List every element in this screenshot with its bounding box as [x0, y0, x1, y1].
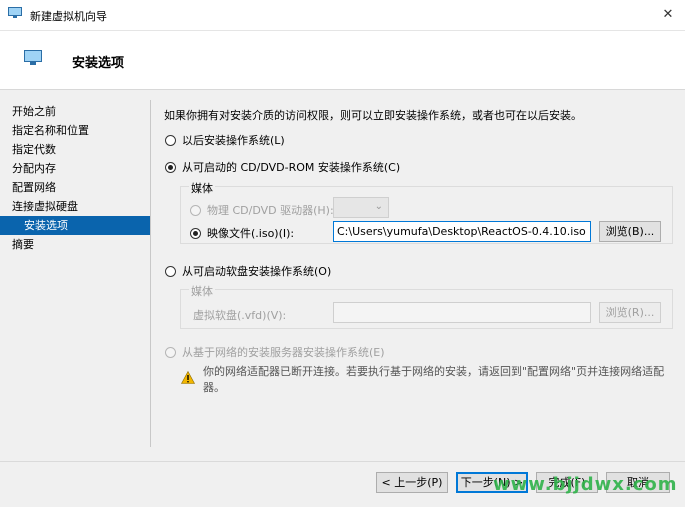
wizard-header: 安装选项 — [0, 31, 685, 90]
network-warning: 你的网络适配器已断开连接。若要执行基于网络的安装，请返回到"配置网络"页并连接网… — [180, 363, 685, 395]
step-before-you-begin[interactable]: 开始之前 — [0, 102, 150, 121]
vfd-label: 虚拟软盘(.vfd)(V): — [193, 309, 287, 322]
warning-icon — [180, 370, 196, 387]
radio-physical-drive[interactable]: 物理 CD/DVD 驱动器(H): — [190, 202, 334, 218]
radio-label: 从基于网络的安装服务器安装操作系统(E) — [182, 346, 385, 359]
floppy-media-group: 媒体 虚拟软盘(.vfd)(V): 浏览(R)... — [180, 283, 673, 329]
radio-label: 从可启动的 CD/DVD-ROM 安装操作系统(C) — [182, 161, 401, 174]
radio-label: 映像文件(.iso)(I): — [207, 227, 295, 240]
step-network[interactable]: 配置网络 — [0, 178, 150, 197]
radio-install-floppy[interactable]: 从可启动软盘安装操作系统(O) — [165, 263, 331, 279]
group-label: 媒体 — [189, 283, 215, 299]
site-watermark: www.bjjdwx.com — [493, 474, 678, 495]
warning-text: 你的网络适配器已断开连接。若要执行基于网络的安装，请返回到"配置网络"页并连接网… — [203, 365, 665, 394]
step-label: 指定代数 — [12, 143, 56, 156]
step-summary[interactable]: 摘要 — [0, 235, 150, 254]
radio-button[interactable] — [165, 161, 176, 173]
radio-install-network[interactable]: 从基于网络的安装服务器安装操作系统(E) — [165, 344, 385, 360]
intro-text: 如果你拥有对安装介质的访问权限，则可以立即安装操作系统，或者也可在以后安装。 — [164, 109, 582, 122]
wizard-steps: 开始之前 指定名称和位置 指定代数 分配内存 配置网络 连接虚拟硬盘 安装选项 … — [0, 90, 150, 445]
radio-label: 以后安装操作系统(L) — [182, 134, 285, 147]
page-title: 安装选项 — [72, 56, 125, 71]
radio-button[interactable] — [190, 204, 201, 216]
radio-install-later[interactable]: 以后安装操作系统(L) — [165, 132, 285, 148]
chevron-down-icon: ⌄ — [374, 201, 383, 212]
step-label: 指定名称和位置 — [12, 124, 89, 137]
radio-label: 从可启动软盘安装操作系统(O) — [182, 265, 332, 278]
radio-button[interactable] — [190, 227, 201, 239]
group-label: 媒体 — [189, 180, 215, 196]
step-label: 连接虚拟硬盘 — [12, 200, 78, 213]
install-options-panel: 如果你拥有对安装介质的访问权限，则可以立即安装操作系统，或者也可在以后安装。 以… — [151, 90, 685, 460]
image-path-input[interactable]: C:\Users\yumufa\Desktop\ReactOS-0.4.10.i… — [333, 221, 591, 242]
cd-media-group: 媒体 物理 CD/DVD 驱动器(H): ⌄ 映像文件(.iso)(I): C:… — [180, 180, 673, 244]
radio-button[interactable] — [165, 134, 176, 146]
vfd-path-input[interactable] — [333, 302, 591, 323]
step-label: 配置网络 — [12, 181, 56, 194]
monitor-icon — [8, 7, 22, 22]
footer-divider — [0, 461, 685, 462]
step-label: 开始之前 — [12, 105, 56, 118]
step-label: 摘要 — [12, 238, 34, 251]
step-generation[interactable]: 指定代数 — [0, 140, 150, 159]
monitor-icon — [24, 50, 42, 69]
physical-drive-select[interactable]: ⌄ — [333, 197, 389, 218]
radio-install-cd[interactable]: 从可启动的 CD/DVD-ROM 安装操作系统(C) — [165, 159, 400, 175]
step-label: 分配内存 — [12, 162, 56, 175]
radio-button[interactable] — [165, 265, 176, 277]
title-bar: 新建虚拟机向导 ✕ — [0, 0, 685, 31]
previous-button[interactable]: < 上一步(P) — [376, 472, 448, 493]
radio-button[interactable] — [165, 346, 176, 358]
window-title: 新建虚拟机向导 — [30, 10, 107, 23]
radio-image-file[interactable]: 映像文件(.iso)(I): — [190, 225, 294, 241]
step-name-location[interactable]: 指定名称和位置 — [0, 121, 150, 140]
browse-iso-button[interactable]: 浏览(B)... — [599, 221, 661, 242]
close-icon[interactable]: ✕ — [651, 0, 685, 30]
radio-label: 物理 CD/DVD 驱动器(H): — [207, 204, 334, 217]
step-install-options[interactable]: 安装选项 — [0, 216, 150, 235]
browse-vfd-button[interactable]: 浏览(R)... — [599, 302, 661, 323]
step-label: 安装选项 — [24, 219, 68, 232]
step-virtual-disk[interactable]: 连接虚拟硬盘 — [0, 197, 150, 216]
step-memory[interactable]: 分配内存 — [0, 159, 150, 178]
